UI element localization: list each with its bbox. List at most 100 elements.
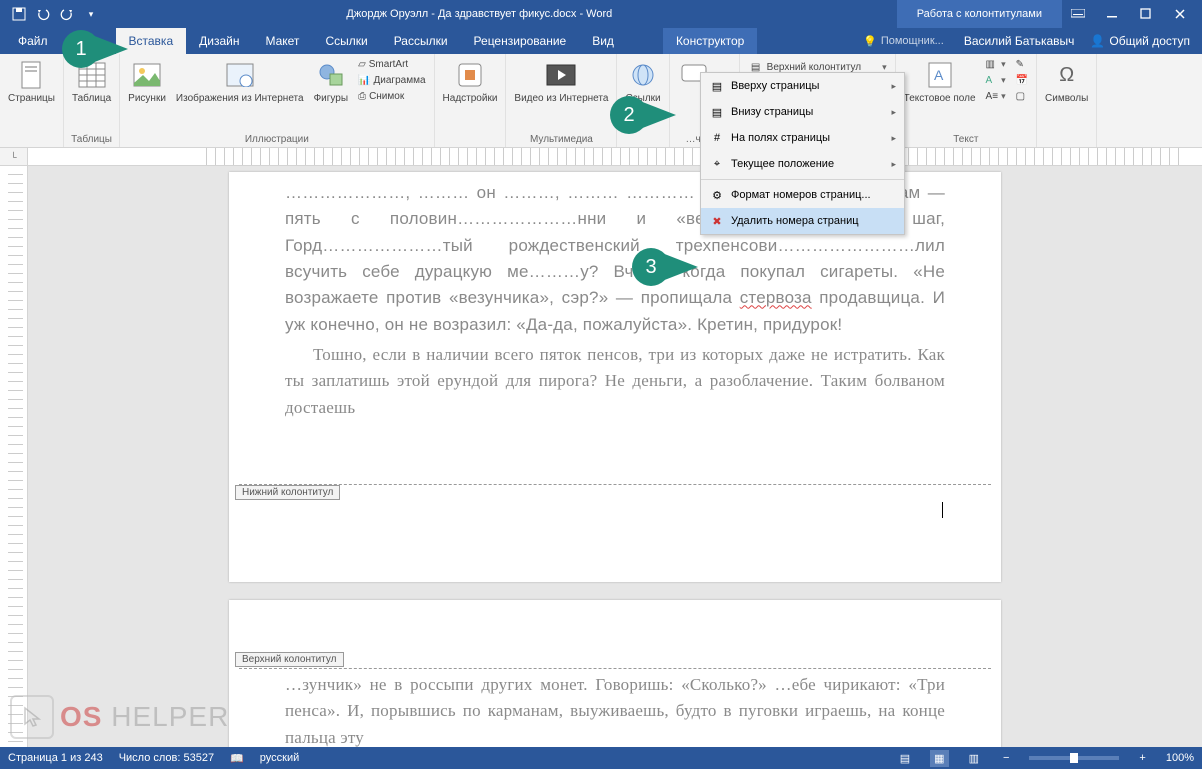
pictures-label: Рисунки (128, 93, 166, 105)
title-bar: ▾ Джордж Оруэлл - Да здравствует фикус.d… (0, 0, 1202, 28)
smartart-label: SmartArt (369, 59, 408, 70)
page-margins-icon: # (709, 130, 725, 146)
dropcap-button[interactable]: A≡▾ (982, 89, 1010, 104)
qat-customize-icon[interactable]: ▾ (80, 3, 102, 25)
chart-icon: 📊 (358, 75, 370, 86)
online-video-button[interactable]: Видео из Интернета (510, 57, 612, 107)
group-symbols-label (1041, 134, 1092, 147)
status-language[interactable]: русский (260, 752, 299, 764)
svg-text:A: A (934, 67, 944, 83)
table-label: Таблица (72, 93, 111, 105)
maximize-icon[interactable] (1130, 3, 1162, 25)
pages-button[interactable]: Страницы (4, 57, 59, 107)
menu-current-position[interactable]: ⌖Текущее положение▸ (701, 151, 904, 177)
quick-parts-button[interactable]: ▥▾ (982, 57, 1010, 72)
save-icon[interactable] (8, 3, 30, 25)
menu-format-numbers[interactable]: ⚙Формат номеров страниц... (701, 182, 904, 208)
page-current-icon: ⌖ (709, 156, 725, 172)
online-pictures-button[interactable]: Изображения из Интернета (172, 57, 308, 107)
page-top-icon: ▤ (709, 78, 725, 94)
group-media-label: Мультимедиа (510, 134, 612, 147)
zoom-value[interactable]: 100% (1166, 752, 1194, 764)
callout-badge-2: 2 (610, 96, 682, 134)
ribbon-options-icon[interactable] (1062, 3, 1094, 25)
tab-layout[interactable]: Макет (252, 28, 312, 54)
textbox-label: Текстовое поле (904, 93, 976, 105)
share-button[interactable]: 👤 Общий доступ (1080, 34, 1190, 48)
read-mode-icon[interactable]: ▤ (896, 752, 914, 765)
shapes-button[interactable]: Фигуры (310, 57, 352, 107)
person-icon: 👤 (1090, 34, 1105, 48)
chart-button[interactable]: 📊Диаграмма (354, 73, 429, 88)
vertical-ruler[interactable] (0, 166, 28, 747)
screenshot-button[interactable]: ⎙Снимок (354, 89, 429, 104)
menu-bottom-of-page[interactable]: ▤Внизу страницы▸ (701, 99, 904, 125)
wordart-button[interactable]: A▾ (982, 73, 1010, 88)
lightbulb-icon: 💡 (863, 35, 877, 48)
callout-badge-3: 3 (632, 248, 704, 286)
shapes-label: Фигуры (314, 93, 348, 105)
tab-view[interactable]: Вид (579, 28, 627, 54)
ruler-corner[interactable]: └ (0, 148, 28, 166)
header-tag[interactable]: Верхний колонтитул (235, 652, 344, 667)
tab-constructor[interactable]: Конструктор (663, 28, 757, 54)
wm-os: OS (60, 701, 102, 732)
picture-icon (131, 59, 163, 91)
spellcheck-icon[interactable]: 📖 (230, 752, 244, 765)
document-area[interactable]: …………………, ……… он ………, ……… ………… …и известн… (28, 166, 1202, 747)
tab-mailings[interactable]: Рассылки (381, 28, 461, 54)
object-button[interactable]: ▢ (1012, 89, 1032, 104)
tab-review[interactable]: Рецензирование (461, 28, 580, 54)
horizontal-ruler[interactable] (28, 148, 1202, 166)
video-label: Видео из Интернета (514, 93, 608, 105)
close-icon[interactable] (1164, 3, 1196, 25)
group-addins-label (439, 134, 502, 147)
symbols-label: Символы (1045, 93, 1088, 105)
menu-separator (701, 179, 904, 180)
undo-icon[interactable] (32, 3, 54, 25)
online-picture-icon (224, 59, 256, 91)
zoom-out-button[interactable]: − (999, 752, 1013, 764)
zoom-thumb[interactable] (1070, 753, 1078, 763)
menu-top-of-page[interactable]: ▤Вверху страницы▸ (701, 73, 904, 99)
zoom-in-button[interactable]: + (1135, 752, 1149, 764)
user-name[interactable]: Василий Батькавыч (964, 34, 1075, 48)
tell-me-search[interactable]: 💡 Помощник... (855, 28, 952, 54)
ribbon: Страницы Таблица Таблицы Рисунки Изображ… (0, 54, 1202, 148)
menu-current-label: Текущее положение (731, 158, 834, 170)
menu-format-label: Формат номеров страниц... (731, 189, 871, 201)
signature-button[interactable]: ✎ (1012, 57, 1032, 72)
status-page[interactable]: Страница 1 из 243 (8, 752, 103, 764)
tab-design[interactable]: Дизайн (186, 28, 252, 54)
minimize-icon[interactable] (1096, 3, 1128, 25)
cursor-icon (10, 695, 54, 739)
menu-top-label: Вверху страницы (731, 80, 819, 92)
footer-tag[interactable]: Нижний колонтитул (235, 485, 340, 500)
badge-3-arrow (662, 253, 698, 281)
header-label: Верхний колонтитул (767, 62, 862, 73)
footer-boundary (239, 484, 991, 485)
text-cursor (942, 502, 943, 518)
ribbon-tabs: Файл Вставка Дизайн Макет Ссылки Рассылк… (0, 28, 1202, 54)
datetime-button[interactable]: 📅 (1012, 73, 1032, 88)
omega-icon: Ω (1051, 59, 1083, 91)
addins-button[interactable]: Надстройки (439, 57, 502, 107)
menu-remove-label: Удалить номера страниц (731, 215, 859, 227)
menu-page-margins[interactable]: #На полях страницы▸ (701, 125, 904, 151)
textbox-button[interactable]: A Текстовое поле (900, 57, 980, 107)
symbols-button[interactable]: Ω Символы (1041, 57, 1092, 107)
signature-icon: ✎ (1016, 59, 1024, 70)
smartart-button[interactable]: ▱SmartArt (354, 57, 429, 72)
shapes-icon (315, 59, 347, 91)
print-layout-icon[interactable]: ▦ (930, 750, 948, 767)
menu-margins-label: На полях страницы (731, 132, 830, 144)
tab-file[interactable]: Файл (0, 28, 66, 54)
datetime-icon: 📅 (1016, 75, 1028, 86)
tab-references[interactable]: Ссылки (312, 28, 380, 54)
zoom-slider[interactable] (1029, 756, 1119, 760)
status-words[interactable]: Число слов: 53527 (119, 752, 214, 764)
redo-icon[interactable] (56, 3, 78, 25)
web-layout-icon[interactable]: ▥ (965, 752, 983, 765)
page2-text: …зунчик» не в россыпи других монет. Гово… (285, 600, 945, 747)
menu-remove-numbers[interactable]: ✖Удалить номера страниц (701, 208, 904, 234)
